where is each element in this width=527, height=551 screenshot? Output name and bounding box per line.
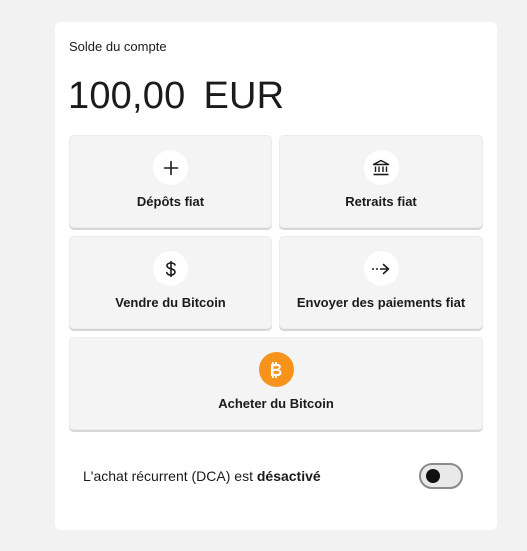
send-fiat-payments-label: Envoyer des paiements fiat xyxy=(296,295,466,310)
account-card: Solde du compte 100,00 EUR Dépôts fiat Re… xyxy=(55,22,497,530)
balance-amount: 100,00 xyxy=(68,75,186,117)
dashed-arrow-right-icon xyxy=(363,251,399,286)
plus-icon xyxy=(153,150,188,185)
send-fiat-payments-button[interactable]: Envoyer des paiements fiat xyxy=(279,236,483,329)
dca-status-text: L'achat récurrent (DCA) est désactivé xyxy=(83,468,321,484)
buy-bitcoin-button[interactable]: Acheter du Bitcoin xyxy=(69,337,483,430)
sell-bitcoin-button[interactable]: Vendre du Bitcoin xyxy=(69,236,272,329)
buy-bitcoin-label: Acheter du Bitcoin xyxy=(218,396,334,411)
bitcoin-icon xyxy=(258,352,294,387)
dca-toggle-knob xyxy=(426,469,440,483)
fiat-deposit-label: Dépôts fiat xyxy=(136,194,205,209)
fiat-withdraw-label: Retraits fiat xyxy=(345,194,417,209)
dca-toggle[interactable] xyxy=(419,463,463,489)
balance-label: Solde du compte xyxy=(69,39,167,54)
balance-currency: EUR xyxy=(203,75,285,117)
dollar-icon xyxy=(153,251,188,286)
fiat-withdraw-button[interactable]: Retraits fiat xyxy=(279,135,483,228)
dca-status: désactivé xyxy=(256,468,321,484)
dca-text: L'achat récurrent (DCA) est xyxy=(83,468,253,484)
sell-bitcoin-label: Vendre du Bitcoin xyxy=(115,295,226,310)
balance-display: 100,00 EUR xyxy=(68,74,284,118)
bank-icon xyxy=(363,150,399,185)
fiat-deposit-button[interactable]: Dépôts fiat xyxy=(69,135,272,228)
